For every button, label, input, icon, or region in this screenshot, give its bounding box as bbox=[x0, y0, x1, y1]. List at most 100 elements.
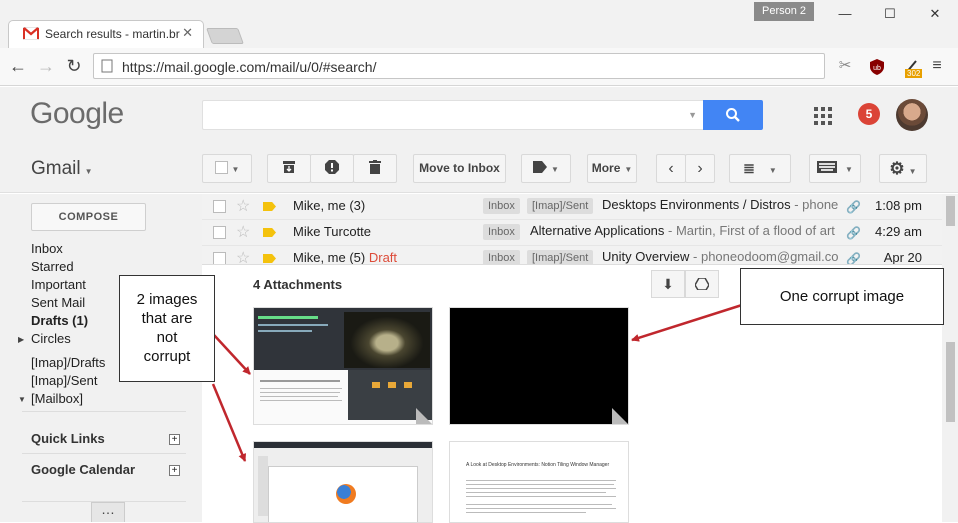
close-window-icon[interactable]: ✕ bbox=[920, 4, 950, 24]
delete-button[interactable] bbox=[353, 154, 397, 183]
important-marker-icon[interactable] bbox=[263, 254, 276, 263]
spam-icon bbox=[325, 160, 339, 174]
notifications-badge[interactable]: 5 bbox=[858, 103, 880, 125]
label-icon bbox=[533, 161, 548, 173]
save-to-drive-button[interactable] bbox=[685, 270, 719, 298]
important-marker-icon[interactable] bbox=[263, 202, 276, 211]
minimize-icon[interactable]: — bbox=[830, 4, 860, 24]
star-icon[interactable]: ☆ bbox=[236, 222, 250, 242]
settings-button[interactable]: ⚙ ▼ bbox=[879, 154, 927, 183]
tab-title: Search results - martin.br bbox=[45, 27, 180, 41]
row-checkbox[interactable] bbox=[213, 252, 226, 264]
labels-button[interactable]: ▼ bbox=[521, 154, 571, 183]
label-chip[interactable]: Inbox bbox=[483, 250, 520, 264]
chevron-left-icon: ‹ bbox=[668, 160, 674, 177]
label-chip[interactable]: Inbox bbox=[483, 198, 520, 214]
date: Apr 20 bbox=[883, 250, 922, 264]
archive-button[interactable] bbox=[267, 154, 311, 183]
table-row[interactable]: ☆ Mike, me (3) Inbox [Imap]/Sent Desktop… bbox=[202, 194, 942, 220]
newer-button[interactable]: ‹ bbox=[656, 154, 686, 183]
older-button[interactable]: › bbox=[685, 154, 715, 183]
sidebar-item-imap-drafts[interactable]: [Imap]/Drafts bbox=[31, 355, 105, 370]
gmail-favicon-icon bbox=[23, 27, 39, 40]
attachment-thumbnail-document[interactable]: A Look at Desktop Environments: Notion T… bbox=[449, 441, 629, 523]
label-chip[interactable]: Inbox bbox=[483, 224, 520, 240]
input-tools-button[interactable]: ▼ bbox=[809, 154, 861, 183]
download-icon: ⬇ bbox=[662, 276, 674, 292]
star-icon[interactable]: ☆ bbox=[236, 196, 250, 216]
sidebar-item-starred[interactable]: Starred bbox=[31, 259, 74, 274]
tab-close-icon[interactable]: ✕ bbox=[182, 25, 193, 41]
apps-grid-icon[interactable] bbox=[814, 107, 832, 125]
google-logo[interactable]: Google bbox=[30, 97, 124, 131]
new-tab-button[interactable] bbox=[206, 28, 244, 44]
compose-button[interactable]: COMPOSE bbox=[31, 203, 146, 231]
attachment-clip-icon: 🔗 bbox=[846, 200, 861, 214]
svg-text:ub: ub bbox=[873, 65, 881, 72]
address-bar[interactable]: https://mail.google.com/mail/u/0/#search… bbox=[93, 53, 825, 79]
sidebar-item-drafts[interactable]: Drafts (1) bbox=[31, 313, 88, 328]
attachment-clip-icon: 🔗 bbox=[846, 226, 861, 240]
scissors-icon[interactable]: ✂ bbox=[834, 56, 856, 78]
attachment-thumbnail-corrupt[interactable] bbox=[449, 307, 629, 425]
callout-corrupt: One corrupt image bbox=[740, 268, 944, 325]
draft-indicator: Draft bbox=[368, 250, 398, 264]
profile-badge[interactable]: Person 2 bbox=[754, 2, 814, 21]
back-icon[interactable]: ← bbox=[7, 56, 29, 78]
select-all-checkbox[interactable]: ▼ bbox=[202, 154, 252, 183]
more-label: More bbox=[591, 161, 621, 175]
attachment-thumbnail[interactable] bbox=[253, 441, 433, 523]
callout-not-corrupt: 2 images that are not corrupt bbox=[119, 275, 215, 382]
sidebar-item-inbox[interactable]: Inbox bbox=[31, 241, 63, 256]
more-options-icon[interactable]: … bbox=[91, 502, 125, 522]
google-calendar-heading[interactable]: Google Calendar bbox=[31, 462, 135, 477]
sender: Mike, me (5) Draft bbox=[293, 250, 397, 264]
more-button[interactable]: More ▼ bbox=[587, 154, 637, 183]
star-icon[interactable]: ☆ bbox=[236, 248, 250, 264]
important-marker-icon[interactable] bbox=[263, 228, 276, 237]
search-options-icon[interactable]: ▼ bbox=[688, 110, 697, 120]
attachment-thumbnail[interactable] bbox=[253, 307, 433, 425]
search-button[interactable] bbox=[703, 100, 763, 130]
scrollbar-thumb[interactable] bbox=[946, 342, 955, 422]
gmail-header: Google ▼ 5 bbox=[0, 87, 958, 145]
ublock-shield-icon[interactable]: ub bbox=[868, 58, 886, 76]
menu-icon[interactable]: ≡ bbox=[926, 56, 948, 78]
gmail-app-menu[interactable]: Gmail ▼ bbox=[31, 158, 93, 180]
subject: Desktops Environments / Distros bbox=[602, 197, 791, 212]
collapse-icon[interactable]: ▼ bbox=[18, 395, 26, 404]
quick-links-heading[interactable]: Quick Links bbox=[31, 431, 105, 446]
sidebar-item-circles[interactable]: Circles bbox=[31, 331, 71, 346]
sidebar-item-imap-sent[interactable]: [Imap]/Sent bbox=[31, 373, 97, 388]
search-input[interactable]: ▼ bbox=[202, 100, 704, 130]
table-row[interactable]: ☆ Mike, me (5) Draft Inbox [Imap]/Sent U… bbox=[202, 246, 942, 264]
row-checkbox[interactable] bbox=[213, 226, 226, 239]
row-checkbox[interactable] bbox=[213, 200, 226, 213]
divider bbox=[22, 453, 186, 454]
avatar[interactable] bbox=[896, 99, 928, 131]
keyboard-icon bbox=[817, 161, 838, 173]
scrollbar-thumb-top[interactable] bbox=[946, 196, 955, 226]
sidebar-item-sent[interactable]: Sent Mail bbox=[31, 295, 85, 310]
drive-icon bbox=[694, 277, 710, 291]
label-chip[interactable]: [Imap]/Sent bbox=[527, 198, 594, 214]
move-to-inbox-button[interactable]: Move to Inbox bbox=[413, 154, 506, 183]
sidebar-item-important[interactable]: Important bbox=[31, 277, 86, 292]
maximize-icon[interactable]: ☐ bbox=[875, 4, 905, 24]
table-row[interactable]: ☆ Mike Turcotte Inbox Alternative Applic… bbox=[202, 220, 942, 246]
plus-icon[interactable]: + bbox=[169, 434, 180, 445]
sidebar-item-mailbox[interactable]: [Mailbox] bbox=[31, 391, 83, 406]
browser-tab-active[interactable]: Search results - martin.br ✕ bbox=[8, 20, 204, 48]
report-spam-button[interactable] bbox=[310, 154, 354, 183]
expand-icon[interactable]: ▶ bbox=[18, 335, 24, 344]
snippet: - phoneodoom@gmail.co bbox=[689, 249, 838, 264]
forward-icon[interactable]: → bbox=[35, 56, 57, 78]
document-heading: A Look at Desktop Environments: Notion T… bbox=[466, 462, 610, 468]
reload-icon[interactable]: ↻ bbox=[63, 56, 85, 78]
density-button[interactable]: ≣ ▼ bbox=[729, 154, 791, 183]
scrollbar[interactable] bbox=[942, 194, 958, 522]
plus-icon[interactable]: + bbox=[169, 465, 180, 476]
subject: Alternative Applications bbox=[530, 223, 665, 238]
download-all-button[interactable]: ⬇ bbox=[651, 270, 685, 298]
label-chip[interactable]: [Imap]/Sent bbox=[527, 250, 594, 264]
